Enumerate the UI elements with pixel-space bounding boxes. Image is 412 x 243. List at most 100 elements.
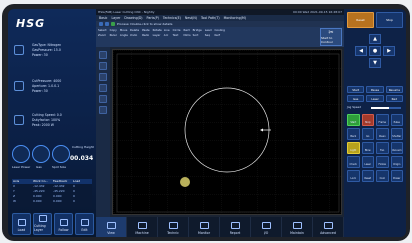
start-button[interactable]: Start <box>347 86 365 93</box>
gas-dial[interactable] <box>32 145 50 163</box>
maintain-icon <box>292 222 302 229</box>
tool-paste[interactable]: Paste <box>142 28 150 32</box>
control-row: Start Pause Resume <box>347 86 403 93</box>
tool-arc[interactable]: Arc <box>164 33 170 37</box>
tool-cooling[interactable]: Cooling <box>214 28 224 32</box>
tool-angle[interactable]: Angle <box>120 33 128 37</box>
clock: 00:00 Wed 2021-09-15 16:28:07 <box>293 10 342 14</box>
jog-up-button[interactable]: ▲ <box>369 34 381 44</box>
line-icon[interactable] <box>99 62 107 70</box>
tool-sort[interactable]: Sort <box>193 33 202 37</box>
laser-power-dial[interactable] <box>12 145 30 163</box>
tool-text[interactable]: Text <box>173 33 181 37</box>
tool-ruler[interactable]: Ruler <box>110 33 117 37</box>
spot-size-dial[interactable] <box>52 145 70 163</box>
jog-speed-slider[interactable]: Jog Speed <box>347 105 403 111</box>
function-button-shutter[interactable]: Shutter <box>390 128 403 140</box>
tool-undo[interactable]: Undo <box>130 33 139 37</box>
run-icon[interactable] <box>111 22 115 26</box>
function-button-reset[interactable]: Reset <box>361 170 374 182</box>
pause-button[interactable]: Pause <box>366 86 384 93</box>
follow-button[interactable]: Follow <box>54 213 73 235</box>
tool-zoom[interactable]: Zoom <box>98 33 107 37</box>
tab-machine[interactable]: Machine <box>127 217 158 237</box>
jog-center-button[interactable]: ● <box>369 46 381 56</box>
tool-rect[interactable]: Rect <box>184 28 191 32</box>
knob-label: Cutting Height <box>72 145 94 149</box>
control-row: Gas Laser Red <box>347 95 403 102</box>
jog-left-button[interactable]: ◀ <box>355 46 367 56</box>
arc-icon[interactable] <box>99 95 107 103</box>
tool-lead[interactable]: Lead <box>205 28 212 32</box>
button-label: Cutting Layer <box>34 224 46 232</box>
function-button-follow[interactable]: Follow <box>376 156 389 168</box>
function-button-frame[interactable]: Frame <box>376 114 389 126</box>
function-button-back[interactable]: Back <box>347 128 360 140</box>
gas-button[interactable]: Gas <box>347 95 365 102</box>
tool-circle[interactable]: Circle <box>173 28 181 32</box>
tool-bridge[interactable]: Bridge <box>193 28 202 32</box>
menu-nest[interactable]: Nest(N) <box>185 15 197 21</box>
function-button-origin[interactable]: Origin <box>390 156 403 168</box>
resume-button[interactable]: Resume <box>385 86 403 93</box>
tab-label: Maintain <box>290 231 304 235</box>
jog-right-button[interactable]: ▶ <box>383 46 395 56</box>
function-button-blow[interactable]: Blow <box>361 142 374 154</box>
tool-rotate[interactable]: Rotate <box>153 28 162 32</box>
cutting-layer-button[interactable]: Cutting Layer <box>33 213 52 235</box>
tool-redo[interactable]: Redo <box>142 33 150 37</box>
circle-icon[interactable] <box>99 73 107 81</box>
save-icon[interactable] <box>99 22 103 26</box>
function-button-stop[interactable]: Stop <box>361 114 374 126</box>
reset-button[interactable]: Reset <box>347 12 374 28</box>
edit-button[interactable]: Edit <box>75 213 94 235</box>
toolbar-group: Bridge Lead Cooling Sort Seq Kerf <box>193 28 225 46</box>
tool-seq[interactable]: Seq <box>205 33 212 37</box>
function-button-go[interactable]: Go <box>361 128 374 140</box>
tab-technic[interactable]: Technic <box>158 217 189 237</box>
tab-maintain[interactable]: Maintain <box>282 217 313 237</box>
laser-button[interactable]: Laser <box>366 95 384 102</box>
tab-monitor[interactable]: Monitor <box>189 217 220 237</box>
tool-dims[interactable]: Dims <box>184 33 191 37</box>
function-button-clean[interactable]: Clean <box>376 128 389 140</box>
stop-button[interactable]: Stop <box>376 12 403 28</box>
pointer-icon[interactable] <box>99 51 107 59</box>
menu-basic[interactable]: Basic <box>99 15 107 21</box>
tool-line[interactable]: Line <box>164 28 170 32</box>
function-button-chuck[interactable]: Chuck <box>347 156 360 168</box>
function-button-cool[interactable]: Cool <box>376 170 389 182</box>
tool-move[interactable]: Move <box>120 28 128 32</box>
load-button[interactable]: Load <box>12 213 31 235</box>
function-button-pulse[interactable]: Pulse <box>390 114 403 126</box>
slider-fill <box>371 107 389 109</box>
red-light-button[interactable]: Red <box>385 95 403 102</box>
technic-icon <box>168 222 178 229</box>
text-icon[interactable] <box>99 106 107 114</box>
function-button-start[interactable]: Start <box>347 114 360 126</box>
function-button-lock[interactable]: Lock <box>347 170 360 182</box>
menu-monitoring[interactable]: Monitoring(M) <box>224 15 246 21</box>
ribbon-toolbar: Select Copy Move Zoom Ruler Angle Delete… <box>96 27 344 47</box>
open-icon[interactable] <box>105 22 109 26</box>
cad-canvas[interactable] <box>112 49 343 216</box>
tab-io[interactable]: I/O <box>251 217 282 237</box>
function-button-fan[interactable]: Fan <box>376 142 389 154</box>
jog-down-button[interactable]: ▼ <box>369 58 381 68</box>
function-button-vacuum[interactable]: Vacuum <box>390 142 403 154</box>
tool-delete[interactable]: Delete <box>130 28 139 32</box>
tool-layer[interactable]: Layer <box>153 33 162 37</box>
menu-toolpath[interactable]: Tool Path(T) <box>201 15 220 21</box>
tab-advanced[interactable]: Advanced <box>313 217 344 237</box>
tab-report[interactable]: Report <box>220 217 251 237</box>
tab-view[interactable]: View <box>96 217 127 237</box>
function-button-laser[interactable]: Laser <box>361 156 374 168</box>
left-status-panel: HSG GasType: Nitrogen GasPressure: 15.0 … <box>8 9 96 237</box>
tool-copy[interactable]: Copy <box>110 28 117 32</box>
start-contour-button[interactable]: ✂ Start to Contour <box>320 28 342 46</box>
tool-select[interactable]: Select <box>98 28 107 32</box>
tool-kerf[interactable]: Kerf <box>214 33 224 37</box>
function-button-power[interactable]: Power <box>390 170 403 182</box>
function-button-light[interactable]: Light <box>347 142 360 154</box>
rect-icon[interactable] <box>99 84 107 92</box>
